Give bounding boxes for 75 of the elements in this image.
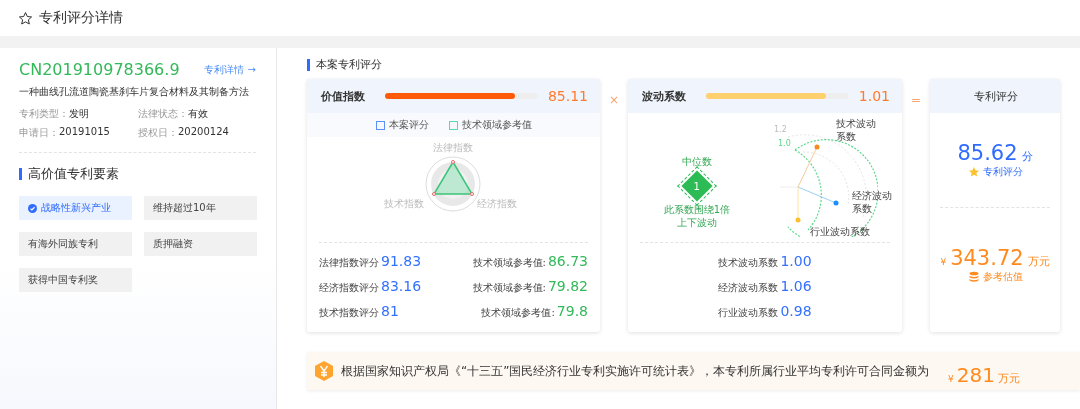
license-amount: 281 xyxy=(956,363,995,387)
legend-label: 本案评分 xyxy=(388,118,429,132)
field-value: 有效 xyxy=(188,107,208,121)
score-caption: 专利评分 xyxy=(982,165,1023,179)
value-unit: 万元 xyxy=(1027,254,1050,269)
reference-value: 86.73 xyxy=(547,253,588,269)
coefficient-label: 技术波动系数 xyxy=(718,256,779,270)
currency-sign: ¥ xyxy=(948,374,954,384)
score-label: 法律指数评分 xyxy=(319,256,379,270)
equals-sign: = xyxy=(909,93,923,107)
axis-label: 法律指数 xyxy=(433,141,473,155)
coefficient-value: 1.06 xyxy=(780,278,812,294)
reference-value: 79.8 xyxy=(556,303,588,319)
patent-title: 一种曲线孔流道陶瓷基刹车片复合材料及其制备方法 xyxy=(19,85,250,99)
element-tag[interactable]: 质押融资 xyxy=(144,232,257,256)
value-caption: 参考估值 xyxy=(982,270,1023,284)
section-title: 高价值专利要素 xyxy=(28,165,119,183)
axis-label: 技术波动系数 xyxy=(836,117,877,143)
yen-icon xyxy=(315,361,333,381)
star-icon xyxy=(18,10,33,26)
axis-label: 技术指数 xyxy=(384,197,424,211)
coefficient-label: 经济波动系数 xyxy=(718,281,779,295)
axis-label: 经济指数 xyxy=(477,197,517,211)
axis-label: 经济波动系数 xyxy=(852,189,893,215)
axis-label: 行业波动系数 xyxy=(810,225,870,238)
banner-text: 根据国家知识产权局《“十三五”国民经济行业专利实施许可统计表》，本专利所属行业平均专利许可合同金额为 xyxy=(341,362,930,380)
field-label: 申请日： xyxy=(19,126,59,140)
reference-label: 技术领域参考值: xyxy=(472,281,546,295)
coins-icon xyxy=(967,271,980,283)
star-icon xyxy=(967,166,980,178)
reference-label: 技术领域参考值: xyxy=(472,256,546,270)
patent-number: CN201910978366.9 xyxy=(19,60,180,79)
element-tag[interactable]: 有海外同族专利 xyxy=(19,232,132,256)
field-value: 发明 xyxy=(69,107,89,121)
multiply-sign: × xyxy=(607,93,621,107)
index-label: 价值指数 xyxy=(321,88,366,104)
median-note: 此系数围绕1倍上下波动 xyxy=(662,203,732,229)
coefficient-value: 1.00 xyxy=(780,253,812,269)
card-title: 专利评分 xyxy=(973,88,1019,104)
field-value: 20191015 xyxy=(59,126,110,139)
check-icon xyxy=(28,203,37,213)
section-marker xyxy=(19,168,22,180)
estimated-value: 343.72 xyxy=(950,246,1024,270)
patent-score: 85.62 xyxy=(957,141,1018,165)
field-value: 20200124 xyxy=(178,126,229,139)
coefficient-label: 行业波动系数 xyxy=(718,306,779,320)
field-label: 授权日： xyxy=(138,126,178,140)
page-title: 专利评分详情 xyxy=(39,9,123,27)
index-value: 85.11 xyxy=(547,88,588,104)
reference-value: 79.82 xyxy=(547,278,588,294)
element-tag[interactable]: 战略性新兴产业 xyxy=(19,196,132,220)
patent-detail-link[interactable]: 专利详情 → xyxy=(204,62,256,77)
score-unit: 分 xyxy=(1021,149,1033,164)
currency-sign: ¥ xyxy=(940,257,947,267)
reference-label: 技术领域参考值: xyxy=(481,306,555,320)
amount-unit: 万元 xyxy=(998,371,1020,386)
element-tag[interactable]: 维持超过10年 xyxy=(144,196,257,220)
score-label: 技术指数评分 xyxy=(319,306,379,320)
index-value: 1.01 xyxy=(858,88,890,104)
median-value: 1 xyxy=(693,180,701,192)
score-value: 91.83 xyxy=(381,253,422,269)
tick-label: 1.0 xyxy=(778,139,791,148)
score-value: 83.16 xyxy=(381,278,422,294)
score-value: 81 xyxy=(381,303,399,319)
field-label: 专利类型： xyxy=(19,107,69,121)
median-label: 中位数 xyxy=(682,155,712,169)
tick-label: 1.2 xyxy=(774,125,787,134)
index-label: 波动系数 xyxy=(642,88,687,104)
element-tag[interactable]: 获得中国专利奖 xyxy=(19,268,132,292)
field-label: 法律状态： xyxy=(138,107,188,121)
legend-label: 技术领域参考值 xyxy=(461,118,532,132)
section-title: 本案专利评分 xyxy=(316,57,382,72)
score-label: 经济指数评分 xyxy=(319,281,379,295)
coefficient-value: 0.98 xyxy=(780,303,812,319)
section-marker xyxy=(307,58,310,71)
